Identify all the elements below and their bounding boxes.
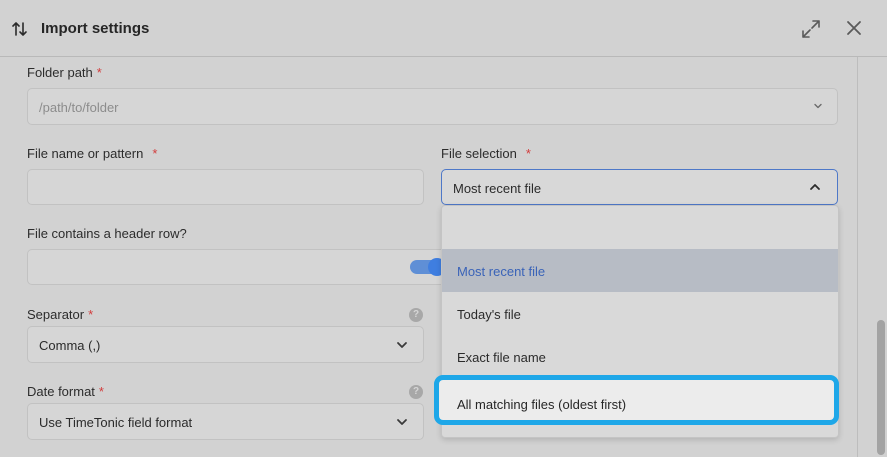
dialog-header: Import settings — [0, 0, 887, 57]
help-icon[interactable]: ? — [409, 385, 423, 399]
import-settings-dialog: Import settings Folder path * /path/to/fo… — [0, 0, 887, 457]
option-exact-file-name[interactable]: Exact file name — [442, 335, 838, 378]
separator-label: Separator * — [27, 307, 93, 322]
sort-arrows-icon — [12, 22, 27, 36]
file-selection-label-text: File selection — [441, 146, 517, 161]
required-mark: * — [88, 307, 94, 322]
close-icon[interactable] — [844, 18, 864, 38]
option-most-recent-file[interactable]: Most recent file — [442, 249, 838, 292]
chevron-down-icon — [397, 419, 407, 425]
option-label: Today's file — [457, 307, 521, 322]
separator-value: Comma (,) — [39, 338, 101, 353]
header-row-toggle[interactable] — [410, 258, 446, 276]
header-row-label: File contains a header row? — [27, 226, 187, 241]
scrollbar[interactable] — [877, 320, 885, 455]
folder-path-placeholder: /path/to/folder — [39, 100, 119, 115]
separator-label-text: Separator — [27, 307, 85, 322]
date-format-select[interactable]: Use TimeTonic field format — [27, 403, 424, 440]
folder-path-label-text: Folder path — [27, 65, 93, 80]
option-todays-file[interactable]: Today's file — [442, 292, 838, 335]
chevron-up-icon — [810, 184, 820, 190]
chevron-down-icon — [814, 103, 822, 109]
header-row-field — [27, 249, 447, 285]
separator-select[interactable]: Comma (,) — [27, 326, 424, 363]
folder-path-label: Folder path * — [27, 65, 102, 80]
date-format-label-text: Date format — [27, 384, 95, 399]
date-format-value: Use TimeTonic field format — [39, 415, 193, 430]
option-all-matching-files[interactable]: All matching files (oldest first) — [434, 375, 839, 425]
required-mark: * — [98, 384, 104, 399]
required-mark: * — [96, 65, 102, 80]
file-selection-select[interactable]: Most recent file — [441, 169, 838, 205]
option-label: All matching files (oldest first) — [457, 397, 627, 412]
required-mark: * — [525, 146, 531, 161]
expand-icon[interactable] — [800, 18, 822, 40]
date-format-label: Date format * — [27, 384, 104, 399]
chevron-down-icon — [397, 342, 407, 348]
option-label: Exact file name — [457, 350, 546, 365]
file-selection-value: Most recent file — [453, 181, 542, 196]
dropdown-empty-option[interactable] — [442, 206, 838, 249]
file-name-input[interactable] — [27, 169, 424, 205]
option-label: Most recent file — [457, 264, 546, 279]
file-name-label-text: File name or pattern — [27, 146, 144, 161]
help-icon[interactable]: ? — [409, 308, 423, 322]
dialog-title: Import settings — [41, 20, 150, 37]
required-mark: * — [152, 146, 158, 161]
folder-path-select[interactable]: /path/to/folder — [27, 88, 838, 125]
file-selection-label: File selection * — [441, 146, 531, 161]
file-name-label: File name or pattern * — [27, 146, 157, 161]
